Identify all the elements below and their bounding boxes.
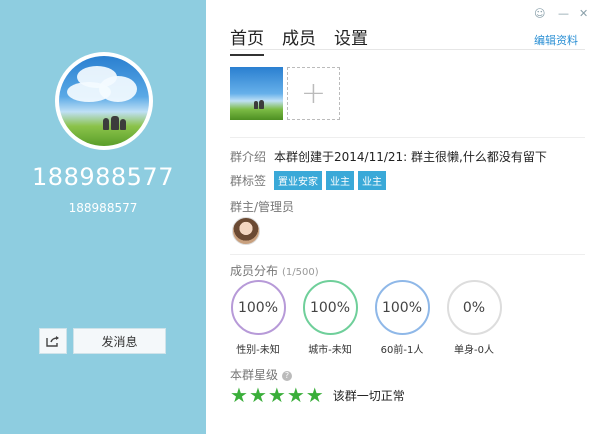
tab-divider — [230, 49, 585, 50]
intro-text: 本群创建于2014/11/21: 群主很懒,什么都没有留下 — [274, 150, 547, 164]
profile-panel: 188988577 188988577 发消息 — [0, 0, 206, 434]
star-icon: ★ — [286, 383, 305, 407]
tag-item[interactable]: 业主 — [326, 171, 354, 190]
star-icon: ★ — [305, 383, 324, 407]
share-button[interactable] — [39, 328, 67, 354]
stat-label: 城市-未知 — [308, 345, 352, 356]
star-icon: ★ — [267, 383, 286, 407]
group-sub-number: 188988577 — [68, 201, 138, 215]
tab-home[interactable]: 首页 — [230, 24, 264, 56]
admins-title: 群主/管理员 — [230, 200, 295, 214]
admin-avatar[interactable] — [232, 217, 260, 245]
close-icon[interactable]: ✕ — [579, 7, 588, 20]
intro-row: 群介绍 本群创建于2014/11/21: 群主很懒,什么都没有留下 — [230, 148, 547, 165]
stat-circle: 0% — [446, 280, 502, 335]
group-profile-window: 188988577 188988577 发消息 ☺ — ✕ 首页 成员 设置 编… — [0, 0, 600, 434]
stat-circle: 100% — [374, 280, 430, 335]
rating-title: 本群星级 — [230, 368, 279, 382]
stat-age[interactable]: 100% 60前-1人 — [367, 280, 437, 356]
stars-container: ★★★★★ — [230, 385, 325, 405]
send-message-button[interactable]: 发消息 — [73, 328, 166, 354]
group-number: 188988577 — [32, 163, 174, 191]
plus-icon: + — [300, 76, 327, 111]
add-photo-button[interactable]: + — [287, 67, 340, 120]
stat-gender[interactable]: 100% 性别-未知 — [223, 280, 293, 356]
content-panel: ☺ — ✕ 首页 成员 设置 编辑资料 + 群介绍 本群创建于2014/11/2… — [206, 0, 600, 434]
help-icon[interactable]: ? — [282, 370, 293, 381]
tags-row: 群标签 置业安家 业主 业主 — [230, 171, 390, 190]
group-avatar-image — [59, 56, 149, 146]
divider — [230, 254, 585, 255]
tab-settings[interactable]: 设置 — [334, 24, 368, 56]
stat-city[interactable]: 100% 城市-未知 — [295, 280, 365, 356]
rating-title-row: 本群星级? — [230, 366, 293, 383]
share-icon — [46, 336, 59, 347]
skin-icon[interactable]: ☺ — [534, 7, 545, 20]
members-title-row: 成员分布 (1/500) — [230, 262, 319, 279]
stat-single[interactable]: 0% 单身-0人 — [439, 280, 509, 356]
intro-label: 群介绍 — [230, 150, 267, 164]
star-rating: ★★★★★ 该群一切正常 — [230, 385, 405, 405]
star-icon: ★ — [230, 383, 248, 407]
tags-label: 群标签 — [230, 174, 267, 188]
stat-circle: 100% — [302, 280, 358, 335]
stat-label: 60前-1人 — [380, 345, 424, 356]
tab-bar: 首页 成员 设置 — [230, 24, 368, 56]
star-icon: ★ — [248, 383, 267, 407]
minimize-icon[interactable]: — — [558, 7, 569, 20]
tag-item[interactable]: 业主 — [358, 171, 386, 190]
tag-item[interactable]: 置业安家 — [274, 171, 322, 190]
divider — [230, 137, 585, 138]
member-count: (1/500) — [282, 267, 319, 278]
stat-circle: 100% — [230, 280, 286, 335]
rating-text: 该群一切正常 — [332, 388, 405, 403]
edit-profile-link[interactable]: 编辑资料 — [534, 32, 578, 48]
stat-label: 性别-未知 — [236, 345, 280, 356]
stat-label: 单身-0人 — [454, 345, 494, 356]
album-photo[interactable] — [230, 67, 283, 120]
group-avatar[interactable] — [55, 52, 153, 150]
members-title: 成员分布 — [230, 264, 279, 278]
tab-members[interactable]: 成员 — [282, 24, 316, 56]
